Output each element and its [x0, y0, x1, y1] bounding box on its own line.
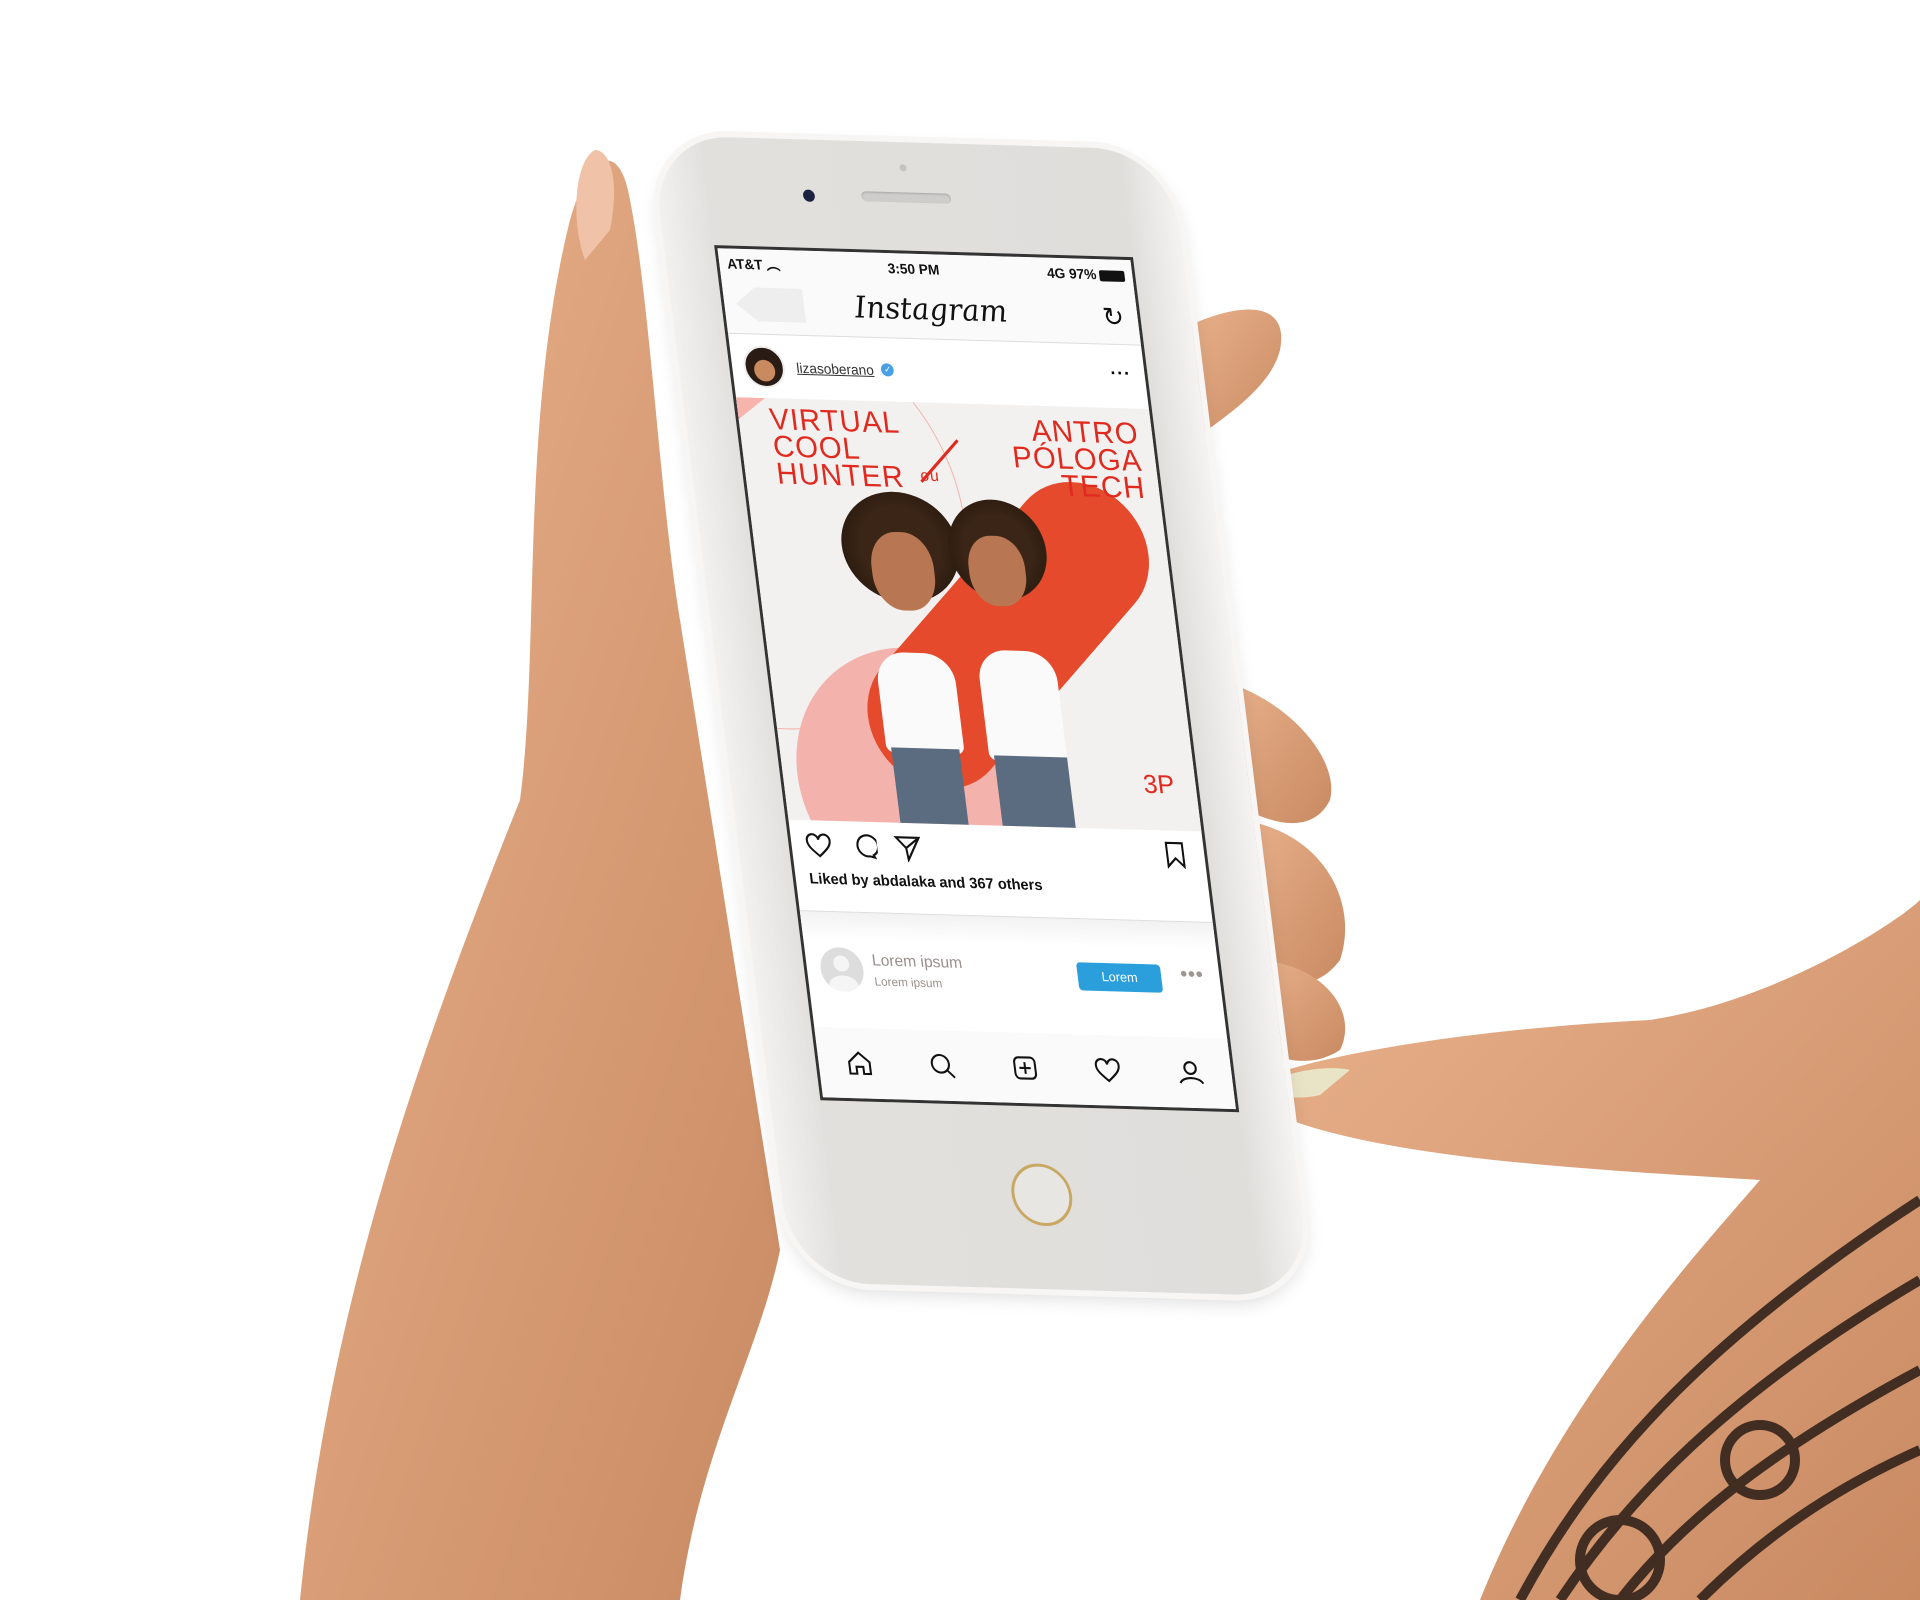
- network: 4G: [1045, 264, 1067, 282]
- more-options-icon[interactable]: ···: [1109, 363, 1132, 385]
- suggested-name[interactable]: Lorem ipsum: [871, 952, 963, 973]
- title-middle: ou: [919, 467, 941, 486]
- app-logo: Instagram: [852, 290, 1010, 330]
- profile-icon[interactable]: [1175, 1058, 1206, 1087]
- username-link[interactable]: lizasoberano: [795, 359, 874, 377]
- title-left: VIRTUAL COOL HUNTER: [768, 403, 908, 495]
- activity-heart-icon[interactable]: [1092, 1056, 1123, 1085]
- suggested-subtitle: Lorem ipsum: [873, 974, 943, 991]
- bookmark-icon[interactable]: [1160, 840, 1191, 870]
- tab-bar: [814, 1026, 1236, 1110]
- title-line: TECH: [1059, 469, 1148, 506]
- post-header: lizasoberano ✓ ···: [728, 334, 1149, 409]
- search-icon[interactable]: [927, 1051, 958, 1080]
- clock: 3:50 PM: [886, 260, 941, 278]
- home-icon[interactable]: [844, 1049, 875, 1078]
- phone-screen: AT&T ︵ 3:50 PM 4G 97% Instagram ↻ lizaso…: [714, 245, 1240, 1113]
- brand-mark: 3P: [1141, 768, 1177, 800]
- front-camera: [802, 189, 816, 202]
- comment-icon[interactable]: [848, 832, 880, 861]
- more-options-icon[interactable]: •••: [1179, 963, 1205, 987]
- earpiece-speaker: [860, 191, 952, 204]
- post-image[interactable]: VIRTUAL COOL HUNTER ou ANTRO PÓLOGA TECH: [735, 397, 1202, 832]
- user-placeholder-icon[interactable]: [817, 946, 867, 993]
- proximity-sensor: [899, 164, 907, 172]
- title-line: HUNTER: [774, 457, 907, 495]
- verified-badge-icon: ✓: [880, 363, 895, 377]
- suggested-account: Lorem ipsum Lorem ipsum Lorem •••: [803, 938, 1223, 1010]
- battery-percent: 97%: [1067, 265, 1098, 283]
- wifi-icon: ︵: [765, 256, 781, 274]
- like-heart-icon[interactable]: [803, 831, 834, 860]
- refresh-icon[interactable]: ↻: [1101, 301, 1126, 333]
- home-button[interactable]: [1007, 1162, 1076, 1227]
- title-right: ANTRO PÓLOGA TECH: [1008, 415, 1148, 506]
- share-icon[interactable]: [893, 834, 924, 863]
- scene: AT&T ︵ 3:50 PM 4G 97% Instagram ↻ lizaso…: [0, 0, 1920, 1600]
- carrier: AT&T: [726, 255, 764, 273]
- follow-button[interactable]: Lorem: [1075, 962, 1164, 993]
- add-post-icon[interactable]: [1010, 1054, 1041, 1083]
- avatar[interactable]: [741, 344, 788, 389]
- battery-icon: [1098, 269, 1126, 282]
